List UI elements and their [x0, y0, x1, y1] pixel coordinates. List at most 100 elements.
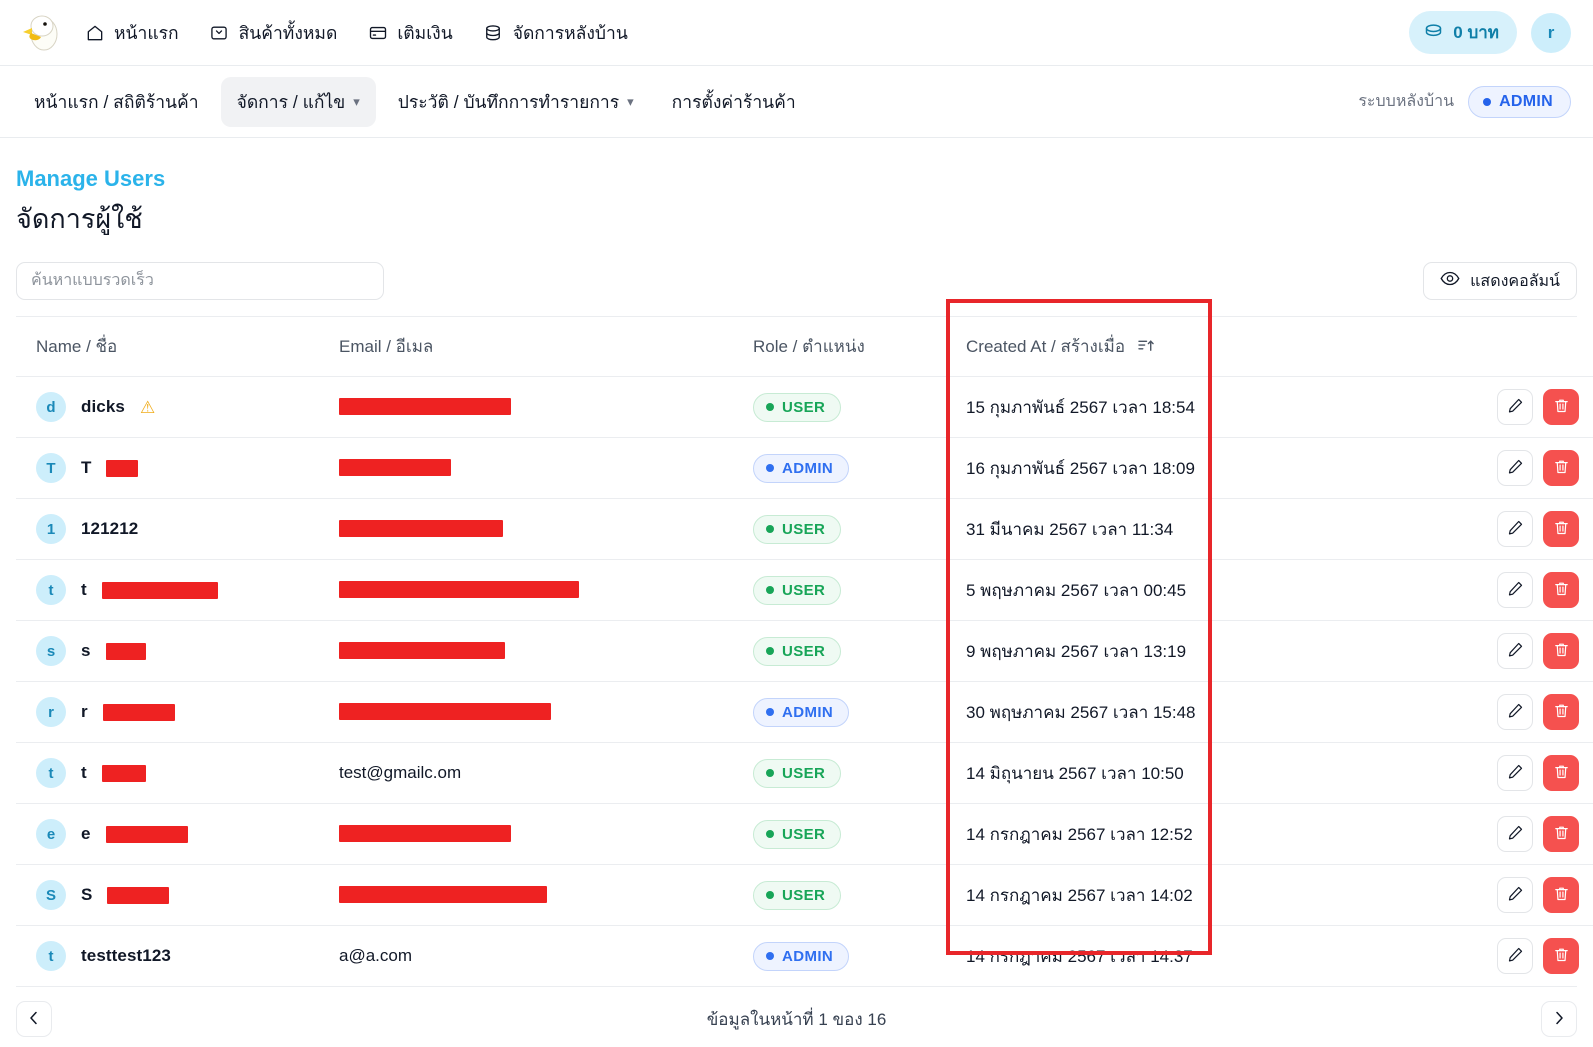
- table-row[interactable]: SSUSER14 กรกฎาคม 2567 เวลา 14:02: [16, 865, 1593, 926]
- cell-role: USER: [733, 743, 946, 804]
- edit-pencil-icon: [1507, 702, 1524, 722]
- row-actions: [1473, 389, 1593, 425]
- subnav-label-manage-edit: จัดการ / แก้ไข: [237, 88, 346, 116]
- redaction-bar: [106, 460, 138, 477]
- table-row[interactable]: ssUSER9 พฤษภาคม 2567 เวลา 13:19: [16, 621, 1593, 682]
- edit-row-button[interactable]: [1497, 633, 1533, 669]
- delete-row-button[interactable]: [1543, 694, 1579, 730]
- column-header-created-at[interactable]: Created At / สร้างเมื่อ: [946, 317, 1453, 377]
- topnav-item-all-products[interactable]: สินค้าทั้งหมด: [209, 19, 338, 47]
- chevron-down-icon: ▾: [353, 94, 360, 110]
- table-row[interactable]: TTADMIN16 กุมภาพันธ์ 2567 เวลา 18:09: [16, 438, 1593, 499]
- subnav-item-home-stats[interactable]: หน้าแรก / สถิติร้านค้า: [18, 77, 215, 127]
- balance-badge[interactable]: 0 บาท: [1409, 11, 1517, 54]
- redaction-bar: [102, 765, 146, 782]
- backoffice-label: ระบบหลังบ้าน: [1358, 89, 1454, 114]
- top-nav-items: หน้าแรก สินค้าทั้งหมด เติมเงิน จัดการหลั…: [84, 19, 628, 47]
- row-actions: [1473, 938, 1593, 974]
- delete-row-button[interactable]: [1543, 938, 1579, 974]
- status-dot-icon: [766, 830, 774, 838]
- avatar: S: [36, 880, 66, 910]
- subnav-item-history[interactable]: ประวัติ / บันทึกการทำรายการ ▾: [382, 77, 650, 127]
- subnav-item-manage-edit[interactable]: จัดการ / แก้ไข ▾: [221, 77, 376, 127]
- table-row[interactable]: tttest@gmailc.omUSER14 มิถุนายน 2567 เวล…: [16, 743, 1593, 804]
- redaction-bar: [339, 825, 511, 842]
- subnav-label-history: ประวัติ / บันทึกการทำรายการ: [398, 88, 619, 116]
- table-row[interactable]: rrADMIN30 พฤษภาคม 2567 เวลา 15:48: [16, 682, 1593, 743]
- delete-row-button[interactable]: [1543, 877, 1579, 913]
- cell-email: a@a.com: [319, 926, 733, 987]
- duck-logo[interactable]: [18, 10, 64, 56]
- cell-actions: [1453, 926, 1593, 987]
- page-kicker: Manage Users: [16, 166, 1577, 192]
- table-row[interactable]: ttesttest123a@a.comADMIN14 กรกฎาคม 2567 …: [16, 926, 1593, 987]
- delete-row-button[interactable]: [1543, 511, 1579, 547]
- status-dot-icon: [766, 891, 774, 899]
- topnav-item-backoffice[interactable]: จัดการหลังบ้าน: [483, 19, 628, 47]
- edit-row-button[interactable]: [1497, 389, 1533, 425]
- edit-row-button[interactable]: [1497, 572, 1533, 608]
- user-avatar[interactable]: r: [1531, 13, 1571, 53]
- pagination-prev-button[interactable]: [16, 1001, 52, 1037]
- cell-created-at: 14 กรกฎาคม 2567 เวลา 14:37: [946, 926, 1453, 987]
- delete-row-button[interactable]: [1543, 633, 1579, 669]
- cell-name: SS: [16, 865, 319, 926]
- cell-role: USER: [733, 377, 946, 438]
- delete-row-button[interactable]: [1543, 755, 1579, 791]
- cell-actions: [1453, 438, 1593, 499]
- cell-created-at: 5 พฤษภาคม 2567 เวลา 00:45: [946, 560, 1453, 621]
- user-name: 121212: [81, 519, 138, 539]
- table-row[interactable]: eeUSER14 กรกฎาคม 2567 เวลา 12:52: [16, 804, 1593, 865]
- role-badge-admin: ADMIN: [1468, 86, 1571, 118]
- role-badge: USER: [753, 515, 841, 544]
- table-row[interactable]: ttUSER5 พฤษภาคม 2567 เวลา 00:45: [16, 560, 1593, 621]
- pagination-next-button[interactable]: [1541, 1001, 1577, 1037]
- cell-actions: [1453, 743, 1593, 804]
- role-badge: USER: [753, 637, 841, 666]
- card-icon: [367, 22, 388, 43]
- table-row[interactable]: ddicks⚠USER15 กุมภาพันธ์ 2567 เวลา 18:54: [16, 377, 1593, 438]
- edit-row-button[interactable]: [1497, 694, 1533, 730]
- delete-row-button[interactable]: [1543, 450, 1579, 486]
- role-badge-label: USER: [782, 826, 825, 843]
- cell-actions: [1453, 499, 1593, 560]
- edit-row-button[interactable]: [1497, 755, 1533, 791]
- table-row[interactable]: 1121212USER31 มีนาคม 2567 เวลา 11:34: [16, 499, 1593, 560]
- search-input[interactable]: [16, 262, 384, 300]
- user-name: T: [81, 458, 91, 478]
- redaction-bar: [102, 582, 218, 599]
- topnav-item-home[interactable]: หน้าแรก: [84, 19, 179, 47]
- pagination-info: ข้อมูลในหน้าที่ 1 ของ 16: [16, 1006, 1577, 1033]
- row-actions: [1473, 633, 1593, 669]
- edit-row-button[interactable]: [1497, 816, 1533, 852]
- redaction-bar: [106, 826, 188, 843]
- column-header-email[interactable]: Email / อีเมล: [319, 317, 733, 377]
- edit-row-button[interactable]: [1497, 938, 1533, 974]
- column-header-role[interactable]: Role / ตำแหน่ง: [733, 317, 946, 377]
- edit-row-button[interactable]: [1497, 877, 1533, 913]
- page-title: จัดการผู้ใช้: [16, 197, 1577, 240]
- cell-email: [319, 682, 733, 743]
- edit-row-button[interactable]: [1497, 450, 1533, 486]
- delete-row-button[interactable]: [1543, 816, 1579, 852]
- cell-role: USER: [733, 804, 946, 865]
- show-columns-button[interactable]: แสดงคอลัมน์: [1423, 262, 1577, 300]
- sort-ascending-icon[interactable]: [1138, 338, 1155, 358]
- created-at-value: 15 กุมภาพันธ์ 2567 เวลา 18:54: [966, 398, 1195, 417]
- column-header-created-at-label: Created At / สร้างเมื่อ: [966, 337, 1125, 356]
- cell-actions: [1453, 560, 1593, 621]
- avatar: e: [36, 819, 66, 849]
- edit-row-button[interactable]: [1497, 511, 1533, 547]
- column-header-name[interactable]: Name / ชื่อ: [16, 317, 319, 377]
- trash-delete-icon: [1553, 458, 1570, 478]
- delete-row-button[interactable]: [1543, 572, 1579, 608]
- topnav-label-home: หน้าแรก: [114, 19, 179, 47]
- topnav-item-topup[interactable]: เติมเงิน: [367, 19, 452, 47]
- delete-row-button[interactable]: [1543, 389, 1579, 425]
- secondary-navigation-bar: หน้าแรก / สถิติร้านค้า จัดการ / แก้ไข ▾ …: [0, 66, 1593, 138]
- subnav-item-shop-settings[interactable]: การตั้งค่าร้านค้า: [656, 77, 812, 127]
- cell-created-at: 16 กุมภาพันธ์ 2567 เวลา 18:09: [946, 438, 1453, 499]
- trash-delete-icon: [1553, 885, 1570, 905]
- row-actions: [1473, 755, 1593, 791]
- page-content: Manage Users จัดการผู้ใช้ แสดงคอลัมน์ Na…: [0, 166, 1593, 1037]
